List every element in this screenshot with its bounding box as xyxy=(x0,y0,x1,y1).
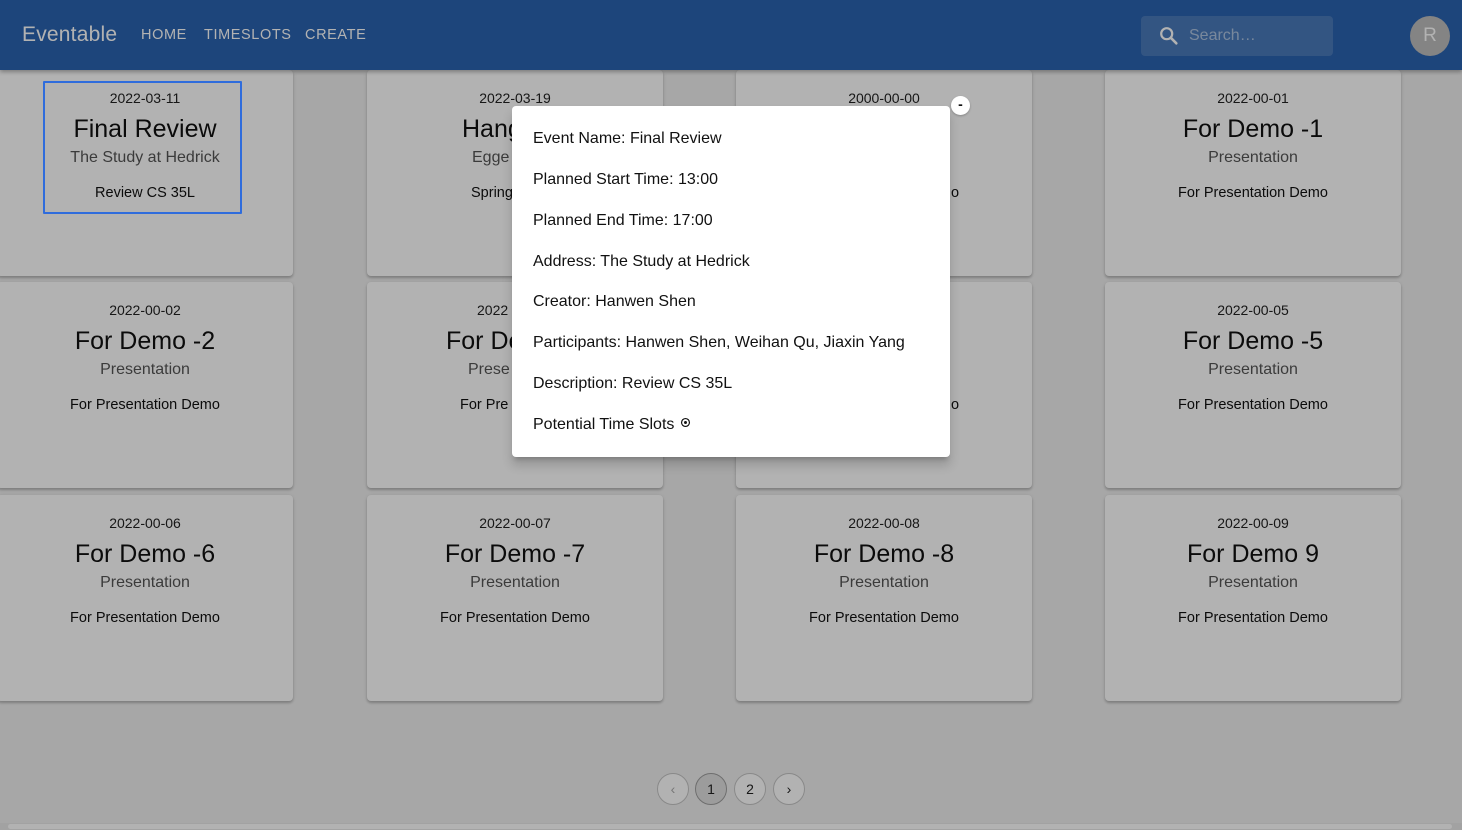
detail-label: Creator: xyxy=(533,293,596,310)
detail-end-time: Planned End Time: 17:00 xyxy=(533,212,713,230)
detail-event-name: Event Name: Final Review xyxy=(533,130,722,148)
detail-description: Description: Review CS 35L xyxy=(533,375,732,393)
eye-icon[interactable] xyxy=(680,415,691,433)
detail-start-time: Planned Start Time: 13:00 xyxy=(533,171,718,189)
time-slots-label: Potential Time Slots xyxy=(533,416,675,434)
potential-time-slots-link[interactable]: Potential Time Slots xyxy=(533,416,691,434)
detail-value: Final Review xyxy=(629,130,722,147)
detail-label: Participants: xyxy=(533,334,626,351)
detail-value: Review CS 35L xyxy=(621,375,733,392)
detail-address: Address: The Study at Hedrick xyxy=(533,253,750,271)
detail-label: Description: xyxy=(533,375,622,392)
selected-card-outline xyxy=(43,81,242,214)
detail-label: Planned Start Time: xyxy=(533,171,678,188)
event-details-popover: Event Name: Final Review Planned Start T… xyxy=(512,106,950,457)
detail-participants: Participants: Hanwen Shen, Weihan Qu, Ji… xyxy=(533,334,905,352)
detail-value: 13:00 xyxy=(677,171,719,188)
detail-value: Hanwen Shen xyxy=(595,293,696,310)
detail-value: 17:00 xyxy=(672,212,713,229)
detail-creator: Creator: Hanwen Shen xyxy=(533,293,696,311)
detail-label: Planned End Time: xyxy=(533,212,673,229)
detail-value: The Study at Hedrick xyxy=(600,253,750,270)
detail-label: Address: xyxy=(533,253,601,270)
detail-value: Hanwen Shen, Weihan Qu, Jiaxin Yang xyxy=(625,334,905,351)
detail-label: Event Name: xyxy=(533,130,630,147)
collapse-button[interactable]: - xyxy=(951,96,970,115)
